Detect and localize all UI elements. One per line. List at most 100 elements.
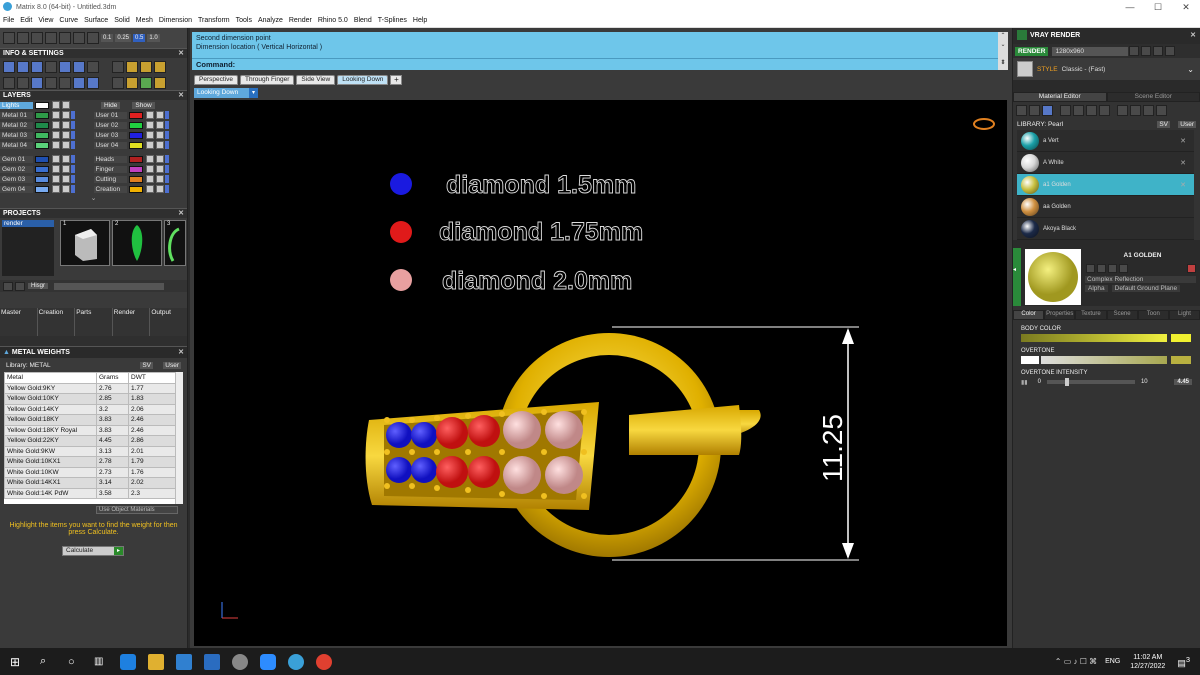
- layer-swatch[interactable]: [128, 111, 143, 119]
- navigation-icon[interactable]: [973, 118, 995, 130]
- table-row[interactable]: White Gold:14KX1 3.14 2.02: [4, 477, 183, 489]
- scroll-handle[interactable]: ⌄: [0, 194, 187, 208]
- tab-scene[interactable]: Scene: [1106, 310, 1138, 320]
- app-icon[interactable]: [232, 653, 248, 670]
- layer-row[interactable]: User 03: [93, 130, 188, 140]
- layer-row[interactable]: Metal 03: [0, 130, 94, 140]
- layer-active[interactable]: [164, 131, 169, 139]
- layer-swatch[interactable]: [35, 165, 49, 173]
- table-row[interactable]: Yellow Gold:14KY 3.2 2.06: [4, 403, 183, 415]
- command-scroll[interactable]: ⇕: [998, 59, 1008, 70]
- layer-swatch[interactable]: [128, 165, 143, 173]
- zoom-icon[interactable]: [260, 653, 276, 670]
- tab-light[interactable]: Light: [1168, 310, 1200, 320]
- lock-icon[interactable]: [52, 165, 60, 173]
- menu-rhino[interactable]: Rhino 5.0: [315, 17, 351, 24]
- viewport[interactable]: diamond 1.5mm diamond 1.75mm diamond 2.0…: [194, 100, 1007, 646]
- layer-row[interactable]: Gem 01: [0, 154, 94, 164]
- table-row[interactable]: Yellow Gold:18KY 3.83 2.46: [4, 414, 183, 426]
- layer-active[interactable]: [71, 185, 75, 193]
- tool-icon[interactable]: [59, 61, 71, 73]
- project-thumb[interactable]: 3: [164, 220, 186, 266]
- layer-active[interactable]: [164, 141, 169, 149]
- eye-icon[interactable]: [155, 185, 164, 193]
- snap-field[interactable]: 1.0: [147, 34, 160, 42]
- tool-icon[interactable]: [1073, 104, 1084, 116]
- material-item[interactable]: A White ✕: [1017, 152, 1194, 174]
- menu-curve[interactable]: Curve: [56, 17, 81, 24]
- resolution-field[interactable]: 1280x960: [1052, 46, 1129, 56]
- table-row[interactable]: Yellow Gold:10KY 2.85 1.83: [4, 393, 183, 405]
- render-button[interactable]: RENDER: [1015, 46, 1049, 56]
- ground-dropdown[interactable]: Default Ground Plane: [1111, 285, 1181, 292]
- layer-row[interactable]: Metal 02: [0, 120, 94, 130]
- user-button[interactable]: User: [1178, 120, 1196, 128]
- tool-icon[interactable]: [45, 32, 57, 44]
- menu-blend[interactable]: Blend: [351, 17, 375, 24]
- settings-icon[interactable]: [3, 61, 15, 73]
- search-icon[interactable]: ⌕: [40, 655, 60, 668]
- layer-swatch[interactable]: [35, 111, 49, 119]
- layer-toggle[interactable]: [52, 101, 60, 109]
- eye-icon[interactable]: [62, 141, 70, 149]
- snap-field[interactable]: 0.5: [133, 34, 146, 42]
- mini-tab-master[interactable]: Master: [0, 308, 38, 336]
- tool-icon[interactable]: [87, 61, 99, 73]
- layer-row[interactable]: Gem 02: [0, 164, 94, 174]
- tab-looking-down[interactable]: Looking Down: [337, 75, 389, 85]
- tab-color[interactable]: Color: [1013, 310, 1045, 320]
- eye-icon[interactable]: [155, 111, 164, 119]
- tool-icon[interactable]: [1156, 104, 1167, 116]
- layer-active[interactable]: [71, 111, 75, 119]
- tool-icon[interactable]: [17, 77, 29, 89]
- user-button[interactable]: User: [163, 361, 181, 369]
- material-item[interactable]: Akoya Black: [1017, 218, 1194, 240]
- lock-icon[interactable]: [145, 121, 154, 129]
- menu-edit[interactable]: Edit: [17, 17, 35, 24]
- menu-dimension[interactable]: Dimension: [156, 17, 195, 24]
- calculate-button[interactable]: Calculate ▸: [62, 546, 124, 556]
- table-scrollbar[interactable]: [175, 372, 183, 504]
- eye-icon[interactable]: [62, 175, 70, 183]
- tool-icon[interactable]: [87, 77, 99, 89]
- tool-icon[interactable]: [126, 61, 138, 73]
- menu-analyze[interactable]: Analyze: [255, 17, 286, 24]
- command-scrollbar[interactable]: ⌃ ⌄: [998, 32, 1008, 60]
- chrome-icon[interactable]: [316, 653, 332, 670]
- tool-icon[interactable]: [154, 77, 166, 89]
- menu-mesh[interactable]: Mesh: [133, 17, 156, 24]
- maximize-button[interactable]: ☐: [1144, 0, 1172, 14]
- layer-swatch[interactable]: [128, 141, 143, 149]
- tool-icon[interactable]: [1086, 104, 1097, 116]
- overtone-slider[interactable]: [1021, 356, 1192, 364]
- tool-icon[interactable]: [1153, 46, 1164, 56]
- layer-swatch[interactable]: [128, 121, 143, 129]
- tool-icon[interactable]: [73, 77, 85, 89]
- layer-active[interactable]: [164, 185, 169, 193]
- material-item[interactable]: aa Golden: [1017, 196, 1194, 218]
- layer-swatch[interactable]: [35, 121, 49, 129]
- tool-icon[interactable]: [31, 77, 43, 89]
- tool-icon[interactable]: [126, 77, 138, 89]
- tool-icon[interactable]: [45, 77, 57, 89]
- layer-swatch[interactable]: [128, 185, 143, 193]
- menu-solid[interactable]: Solid: [111, 17, 133, 24]
- layer-row[interactable]: Gem 03: [0, 174, 94, 184]
- lock-icon[interactable]: [145, 111, 154, 119]
- cortana-icon[interactable]: ○: [68, 656, 88, 668]
- snap-field[interactable]: 0.25: [115, 34, 132, 42]
- tab-toon[interactable]: Toon: [1137, 310, 1169, 320]
- tool-icon[interactable]: [59, 32, 71, 44]
- tool-icon[interactable]: [1129, 46, 1140, 56]
- layer-active[interactable]: [164, 165, 169, 173]
- layer-swatch[interactable]: [35, 141, 49, 149]
- tool-icon[interactable]: [31, 61, 43, 73]
- mini-tab-creation[interactable]: Creation: [38, 308, 76, 336]
- intensity-slider[interactable]: [1046, 378, 1135, 386]
- table-row[interactable]: White Gold:10KW 2.73 1.76: [4, 466, 183, 478]
- edge-icon[interactable]: [120, 653, 136, 670]
- minimize-button[interactable]: —: [1116, 0, 1144, 14]
- lock-icon[interactable]: [52, 175, 60, 183]
- tab-properties[interactable]: Properties: [1044, 310, 1076, 320]
- task-view-icon[interactable]: ▥: [94, 656, 114, 667]
